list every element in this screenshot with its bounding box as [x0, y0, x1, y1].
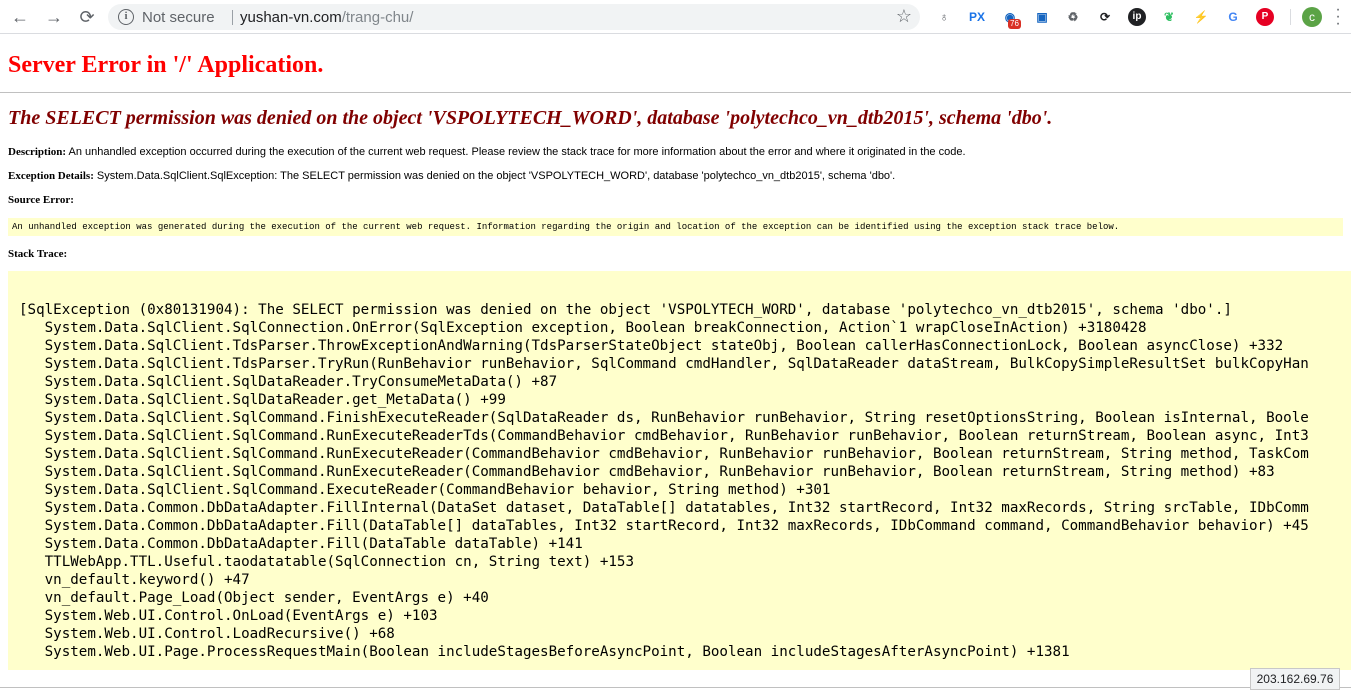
stack-trace-line: System.Data.Common.DbDataAdapter.FillInt… — [19, 500, 1309, 516]
description-line: Description: An unhandled exception occu… — [8, 146, 966, 158]
lightning-icon[interactable]: ⚡ — [1192, 8, 1210, 26]
exception-details-label: Exception Details: — [8, 170, 94, 182]
info-icon[interactable]: i — [118, 9, 134, 25]
error-page: Server Error in '/' Application. The SEL… — [0, 35, 1351, 692]
pinterest-icon[interactable]: P — [1256, 8, 1274, 26]
lightbulb-icon[interactable]: ♁ — [935, 8, 953, 26]
reload-icon[interactable]: ⟳ — [76, 6, 98, 28]
stack-trace-line: System.Data.Common.DbDataAdapter.Fill(Da… — [19, 536, 583, 552]
error-subtitle: The SELECT permission was denied on the … — [8, 107, 1053, 129]
stack-trace-box: [SqlException (0x80131904): The SELECT p… — [8, 271, 1351, 670]
extension-badge: 76 — [1008, 19, 1021, 29]
back-arrow-icon[interactable]: ← — [9, 6, 31, 28]
stack-trace-line: System.Web.UI.Control.LoadRecursive() +6… — [19, 626, 395, 642]
stack-trace-line: System.Data.SqlClient.SqlCommand.RunExec… — [19, 464, 1275, 480]
page-title: Server Error in '/' Application. — [8, 52, 324, 78]
stack-trace-line: TTLWebApp.TTL.Useful.taodatatable(SqlCon… — [19, 554, 634, 570]
stack-trace-line: System.Data.SqlClient.SqlCommand.Execute… — [19, 482, 831, 498]
px-icon[interactable]: PX — [968, 8, 986, 26]
url-text[interactable]: yushan-vn.com/trang-chu/ — [240, 9, 413, 26]
stack-trace-line: System.Data.Common.DbDataAdapter.Fill(Da… — [19, 518, 1309, 534]
stack-trace-lines: [SqlException (0x80131904): The SELECT p… — [19, 301, 1309, 661]
stack-trace-line: System.Data.SqlClient.TdsParser.ThrowExc… — [19, 338, 1284, 354]
stack-trace-line: vn_default.keyword() +47 — [19, 572, 250, 588]
recycle-icon[interactable]: ♻ — [1064, 8, 1082, 26]
stack-trace-line: System.Web.UI.Control.OnLoad(EventArgs e… — [19, 608, 438, 624]
stack-trace-line: System.Data.SqlClient.SqlDataReader.TryC… — [19, 374, 558, 390]
browser-menu-icon[interactable]: · · · — [1334, 2, 1342, 32]
description-label: Description: — [8, 146, 67, 158]
url-host: yushan-vn.com — [240, 9, 342, 26]
source-error-box: An unhandled exception was generated dur… — [8, 218, 1343, 236]
forward-arrow-icon[interactable]: → — [43, 6, 65, 28]
title-divider — [0, 92, 1351, 93]
stack-trace-line: vn_default.Page_Load(Object sender, Even… — [19, 590, 489, 606]
address-divider — [232, 10, 233, 25]
stack-trace-line: System.Data.SqlClient.TdsParser.TryRun(R… — [19, 356, 1309, 372]
source-error-label: Source Error: — [8, 194, 74, 206]
stack-trace-line: System.Data.SqlClient.SqlConnection.OnEr… — [19, 320, 1147, 336]
source-error-text: An unhandled exception was generated dur… — [12, 222, 1120, 232]
disk-ext-icon[interactable]: ▣ — [1033, 8, 1051, 26]
exception-details-line: Exception Details: System.Data.SqlClient… — [8, 170, 895, 182]
stack-trace-line: System.Web.UI.Page.ProcessRequestMain(Bo… — [19, 644, 1070, 660]
url-path: /trang-chu/ — [341, 9, 414, 26]
stack-trace-label: Stack Trace: — [8, 248, 68, 260]
stack-trace-line: System.Data.SqlClient.SqlCommand.RunExec… — [19, 446, 1309, 462]
sync-icon[interactable]: ⟳ — [1096, 8, 1114, 26]
address-bar[interactable]: i Not secure yushan-vn.com/trang-chu/ ☆ — [108, 4, 920, 30]
status-tooltip: 203.162.69.76 — [1250, 668, 1340, 690]
browser-toolbar: ← → ⟳ i Not secure yushan-vn.com/trang-c… — [0, 0, 1351, 34]
stack-trace-line: System.Data.SqlClient.SqlCommand.RunExec… — [19, 428, 1309, 444]
footer-divider — [0, 687, 1351, 688]
profile-avatar[interactable]: c — [1302, 7, 1322, 27]
bookmark-star-icon[interactable]: ☆ — [896, 6, 912, 27]
toolbar-divider — [1290, 9, 1291, 25]
translate-icon[interactable]: G — [1224, 8, 1242, 26]
description-text: An unhandled exception occurred during t… — [66, 146, 966, 158]
ip-icon[interactable]: ip — [1128, 8, 1146, 26]
security-label[interactable]: Not secure — [142, 9, 215, 26]
exception-details-text: System.Data.SqlClient.SqlException: The … — [93, 170, 896, 182]
stack-trace-line: System.Data.SqlClient.SqlCommand.FinishE… — [19, 410, 1309, 426]
evernote-icon[interactable]: ❦ — [1160, 8, 1178, 26]
stack-trace-line: System.Data.SqlClient.SqlDataReader.get_… — [19, 392, 506, 408]
stack-trace-line: [SqlException (0x80131904): The SELECT p… — [19, 302, 1232, 318]
